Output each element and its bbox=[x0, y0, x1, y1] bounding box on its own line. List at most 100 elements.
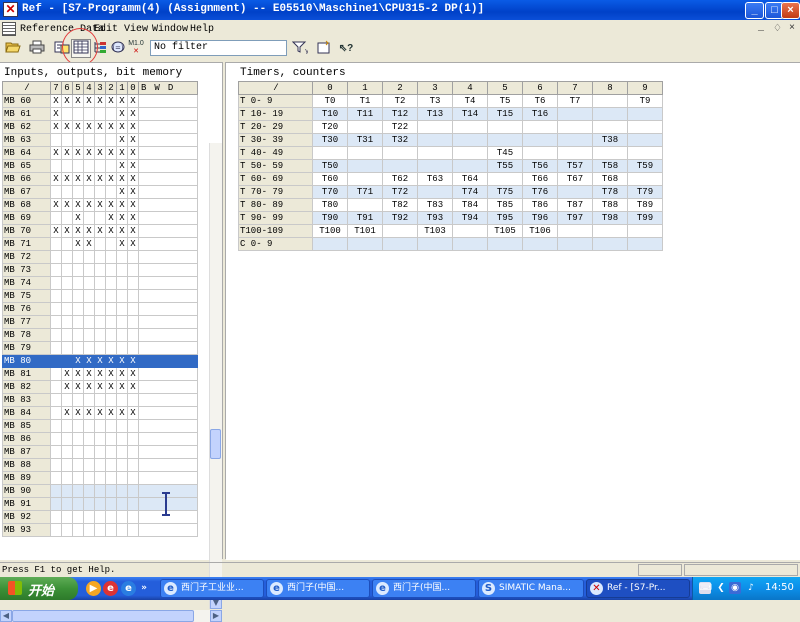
bwd-cell[interactable] bbox=[138, 198, 198, 212]
bit-cell[interactable]: X bbox=[72, 367, 84, 381]
bit-cell[interactable] bbox=[72, 133, 84, 147]
bit-cell[interactable] bbox=[127, 276, 139, 290]
timer-cell[interactable] bbox=[417, 237, 453, 251]
timer-cell[interactable]: T98 bbox=[592, 211, 628, 225]
bit-cell[interactable] bbox=[83, 432, 95, 446]
vertical-scroll-thumb[interactable] bbox=[210, 429, 221, 459]
bwd-cell[interactable] bbox=[138, 172, 198, 186]
bit-cell[interactable] bbox=[94, 289, 106, 303]
timer-cell[interactable] bbox=[452, 120, 488, 134]
table-row[interactable]: T 90- 99 T90 T91 T92 T93 T94 T95 T96 T97 T98 T99 bbox=[238, 211, 663, 225]
bwd-cell[interactable] bbox=[138, 432, 198, 446]
bit-cell[interactable] bbox=[83, 341, 95, 355]
bit-cell[interactable] bbox=[127, 250, 139, 264]
filter-select[interactable]: No filter bbox=[150, 40, 287, 56]
bit-cell[interactable] bbox=[105, 159, 117, 173]
bwd-cell[interactable] bbox=[138, 445, 198, 459]
bit-cell[interactable] bbox=[105, 484, 117, 498]
table-row[interactable]: MB 86 bbox=[2, 432, 198, 446]
bwd-cell[interactable] bbox=[138, 224, 198, 238]
bwd-cell[interactable] bbox=[138, 159, 198, 173]
timer-cell[interactable]: T93 bbox=[417, 211, 453, 225]
bit-cell[interactable] bbox=[105, 419, 117, 433]
timer-cell[interactable] bbox=[627, 224, 663, 238]
timer-cell[interactable] bbox=[627, 146, 663, 160]
bit-cell[interactable] bbox=[61, 276, 73, 290]
menu-edit[interactable]: Edit bbox=[94, 24, 118, 35]
table-row[interactable]: MB 91 bbox=[2, 497, 198, 511]
table-row[interactable]: MB 63 X X bbox=[2, 133, 198, 147]
bit-cell[interactable]: X bbox=[83, 406, 95, 420]
bit-cell[interactable]: X bbox=[127, 107, 139, 121]
bit-cell[interactable] bbox=[50, 302, 62, 316]
bit-cell[interactable] bbox=[72, 289, 84, 303]
media-player-icon[interactable]: ▶ bbox=[86, 581, 101, 596]
scroll-left-icon[interactable]: ◀ bbox=[0, 610, 12, 622]
bit-cell[interactable] bbox=[50, 237, 62, 251]
bit-cell[interactable]: X bbox=[105, 354, 117, 368]
column-header[interactable]: 5 bbox=[72, 81, 84, 95]
timer-cell[interactable]: T91 bbox=[347, 211, 383, 225]
timer-cell[interactable]: T57 bbox=[557, 159, 593, 173]
vertical-scrollbar[interactable]: ▼ bbox=[209, 143, 222, 609]
mdi-restore-button[interactable]: ♢ bbox=[773, 23, 782, 35]
bit-cell[interactable] bbox=[61, 341, 73, 355]
bit-cell[interactable] bbox=[116, 328, 128, 342]
bit-cell[interactable] bbox=[94, 445, 106, 459]
open-icon[interactable] bbox=[3, 39, 23, 58]
bit-cell[interactable]: X bbox=[72, 354, 84, 368]
bit-cell[interactable] bbox=[72, 315, 84, 329]
menu-view[interactable]: View bbox=[124, 24, 148, 35]
table-row[interactable]: MB 62 X X X X X X X X bbox=[2, 120, 198, 134]
bit-cell[interactable]: X bbox=[72, 172, 84, 186]
bit-cell[interactable] bbox=[72, 419, 84, 433]
column-header[interactable]: 3 bbox=[94, 81, 106, 95]
timer-cell[interactable]: T66 bbox=[522, 172, 558, 186]
table-row[interactable]: T 10- 19 T10 T11 T12 T13 T14 T15 T16 bbox=[238, 107, 663, 121]
table-row[interactable]: MB 81 X X X X X X X bbox=[2, 367, 198, 381]
bit-cell[interactable] bbox=[83, 445, 95, 459]
timer-cell[interactable] bbox=[452, 146, 488, 160]
bit-cell[interactable] bbox=[72, 263, 84, 277]
bit-cell[interactable] bbox=[61, 159, 73, 173]
bit-cell[interactable] bbox=[72, 393, 84, 407]
bwd-cell[interactable] bbox=[138, 289, 198, 303]
bit-cell[interactable] bbox=[50, 211, 62, 225]
bit-cell[interactable] bbox=[72, 523, 84, 537]
bit-cell[interactable] bbox=[72, 250, 84, 264]
timer-cell[interactable]: T94 bbox=[452, 211, 488, 225]
task-button-active[interactable]: ✕ Ref - [S7-Pr... bbox=[586, 579, 690, 598]
table-row[interactable]: T 0- 9 T0 T1 T2 T3 T4 T5 T6 T7 T9 bbox=[238, 94, 663, 108]
bit-cell[interactable] bbox=[94, 471, 106, 485]
timer-cell[interactable]: T9 bbox=[627, 94, 663, 108]
bwd-cell[interactable] bbox=[138, 107, 198, 121]
bit-cell[interactable] bbox=[105, 315, 117, 329]
bit-cell[interactable] bbox=[72, 276, 84, 290]
table-row[interactable]: MB 78 bbox=[2, 328, 198, 342]
bit-cell[interactable] bbox=[72, 484, 84, 498]
table-row[interactable]: MB 83 bbox=[2, 393, 198, 407]
bit-cell[interactable] bbox=[127, 328, 139, 342]
bit-cell[interactable] bbox=[83, 250, 95, 264]
bit-cell[interactable] bbox=[72, 510, 84, 524]
child-window-icon[interactable] bbox=[2, 22, 16, 36]
bwd-cell[interactable] bbox=[138, 341, 198, 355]
bit-cell[interactable] bbox=[50, 185, 62, 199]
bit-cell[interactable] bbox=[94, 419, 106, 433]
network-icon[interactable]: ◉ bbox=[729, 582, 741, 594]
bit-cell[interactable]: X bbox=[127, 94, 139, 108]
bit-cell[interactable] bbox=[50, 497, 62, 511]
timer-cell[interactable] bbox=[417, 185, 453, 199]
bwd-cell[interactable] bbox=[138, 354, 198, 368]
horizontal-scroll-thumb[interactable] bbox=[12, 610, 194, 622]
bit-cell[interactable] bbox=[116, 523, 128, 537]
bit-cell[interactable]: X bbox=[72, 146, 84, 160]
bit-cell[interactable] bbox=[50, 458, 62, 472]
bit-cell[interactable] bbox=[105, 185, 117, 199]
bit-cell[interactable] bbox=[94, 484, 106, 498]
timer-cell[interactable]: T71 bbox=[347, 185, 383, 199]
timer-cell[interactable] bbox=[592, 107, 628, 121]
bit-cell[interactable] bbox=[83, 276, 95, 290]
bwd-cell[interactable] bbox=[138, 211, 198, 225]
bit-cell[interactable] bbox=[61, 133, 73, 147]
